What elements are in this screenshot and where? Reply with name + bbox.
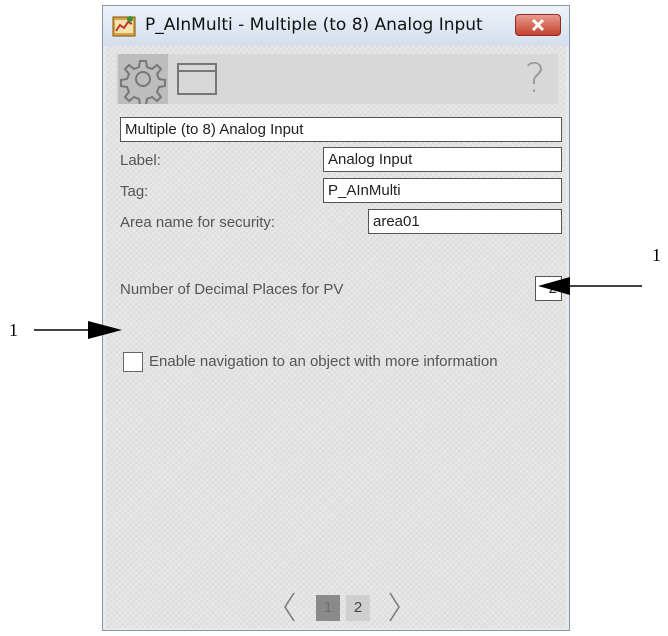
navigation-checkbox-label[interactable]: Enable navigation to an object with more… <box>149 353 498 370</box>
decimal-places-caption: Number of Decimal Places for PV <box>120 281 344 298</box>
help-button[interactable]: ? <box>512 54 558 104</box>
close-icon <box>531 18 545 32</box>
faceplate-window: P_AInMulti - Multiple (to 8) Analog Inpu… <box>102 5 570 631</box>
callout-arrow-right <box>538 277 642 295</box>
callout-number-left: 1 <box>9 320 18 340</box>
label-field[interactable]: Analog Input <box>323 147 562 172</box>
next-page-button[interactable] <box>386 587 402 627</box>
tag-field[interactable]: P_AInMulti <box>323 178 562 203</box>
faceplate-content: ? Multiple (to 8) Analog Input Label: An… <box>106 46 566 628</box>
label-caption: Label: <box>120 152 161 169</box>
description-field[interactable]: Multiple (to 8) Analog Input <box>120 117 562 142</box>
chevron-right-icon <box>389 592 400 622</box>
tag-caption: Tag: <box>120 183 149 200</box>
callout-arrow-left <box>34 321 122 339</box>
previous-page-button[interactable] <box>282 587 298 627</box>
tab-configuration[interactable] <box>118 54 168 106</box>
faceplate-toolbar: ? <box>116 54 558 106</box>
callout-number-right: 1 <box>652 245 661 265</box>
app-icon <box>112 14 136 38</box>
close-button[interactable] <box>515 14 561 36</box>
page-1-button[interactable]: 1 <box>316 595 340 621</box>
area-caption: Area name for security: <box>120 214 276 231</box>
window-display-icon <box>177 63 217 95</box>
title-bar[interactable]: P_AInMulti - Multiple (to 8) Analog Inpu… <box>103 6 569 46</box>
area-field[interactable]: area01 <box>368 209 562 234</box>
gear-icon <box>120 60 166 106</box>
navigation-checkbox[interactable] <box>123 352 143 372</box>
page-2-button[interactable]: 2 <box>346 595 370 621</box>
chevron-left-icon <box>284 592 295 622</box>
tab-display[interactable] <box>172 54 222 104</box>
window-title: P_AInMulti - Multiple (to 8) Analog Inpu… <box>145 15 483 35</box>
